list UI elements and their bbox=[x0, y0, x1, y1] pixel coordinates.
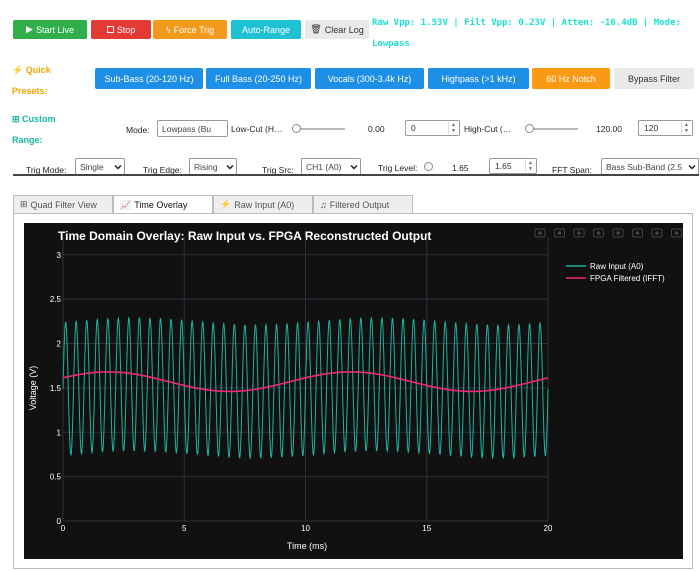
y-tick-label: 3 bbox=[57, 251, 62, 260]
start-live-button[interactable]: ▶ Start Live bbox=[13, 20, 87, 39]
x-axis-label: Time (ms) bbox=[287, 541, 327, 551]
legend-entry[interactable]: FPGA Filtered (IFFT) bbox=[590, 274, 665, 283]
chevron-down-icon bbox=[688, 164, 696, 170]
preset-sub-bass-button[interactable]: Sub-Bass (20-120 Hz) bbox=[95, 68, 203, 89]
force-trig-button[interactable]: ϟ Force Trig bbox=[153, 20, 227, 39]
highcut-label: High-Cut (… bbox=[464, 124, 512, 134]
y-tick-label: 1 bbox=[57, 428, 62, 437]
zoom-icon[interactable] bbox=[554, 228, 565, 238]
custom-range-heading: ⊞ Custom Range: bbox=[12, 114, 56, 145]
plug-icon: ⚡ bbox=[220, 199, 232, 209]
highcut-input[interactable]: 120 ▲ ▼ bbox=[638, 120, 693, 136]
chart-title: Time Domain Overlay: Raw Input vs. FPGA … bbox=[58, 229, 431, 243]
play-icon: ▶ bbox=[26, 24, 33, 34]
y-tick-label: 1.5 bbox=[50, 384, 62, 393]
y-axis-ticks: 00.511.522.53 bbox=[50, 251, 62, 526]
highcut-slider[interactable] bbox=[527, 128, 578, 130]
zoom-in-icon[interactable] bbox=[593, 228, 604, 238]
y-axis-label: Voltage (V) bbox=[28, 366, 38, 411]
status-readout: Raw Vpp: 1.53V | Filt Vpp: 0.23V | Atten… bbox=[372, 18, 681, 49]
trig-level-value: 1.65 bbox=[452, 163, 469, 173]
time-overlay-plot[interactable]: Time Domain Overlay: Raw Input vs. FPGA … bbox=[24, 223, 683, 559]
controls-divider bbox=[13, 174, 699, 176]
tab-filtered-output[interactable]: ♫ Filtered Output bbox=[313, 195, 413, 213]
trig-level-input[interactable]: 1.65 ▲ ▼ bbox=[489, 158, 537, 174]
lowcut-value: 0.00 bbox=[368, 124, 385, 134]
auto-range-button[interactable]: Auto-Range bbox=[231, 20, 301, 39]
chart-legend[interactable]: Raw Input (A0) FPGA Filtered (IFFT) bbox=[566, 262, 665, 283]
tab-time-overlay[interactable]: 📈 Time Overlay bbox=[113, 195, 213, 214]
lowcut-spinner-icon[interactable]: ▲ ▼ bbox=[448, 122, 458, 134]
chevron-down-icon bbox=[350, 164, 358, 170]
x-tick-label: 10 bbox=[301, 524, 310, 533]
lowcut-input[interactable]: 0 ▲ ▼ bbox=[405, 120, 460, 136]
y-tick-label: 2 bbox=[57, 340, 62, 349]
legend-entry[interactable]: Raw Input (A0) bbox=[590, 262, 644, 271]
highcut-value: 120.00 bbox=[596, 124, 622, 134]
plot-modebar[interactable] bbox=[534, 228, 682, 238]
trash-icon: 🗑 bbox=[310, 24, 322, 34]
camera-icon[interactable] bbox=[534, 228, 546, 238]
highcut-spinner-icon[interactable]: ▲ ▼ bbox=[681, 122, 691, 134]
clear-log-button[interactable]: 🗑 Clear Log bbox=[305, 20, 369, 39]
preset-bypass-button[interactable]: Bypass Filter bbox=[614, 68, 694, 89]
x-tick-label: 15 bbox=[422, 524, 431, 533]
tab-quad-filter-view[interactable]: ⊞ Quad Filter View bbox=[13, 195, 113, 213]
trig-level-label: Trig Level: bbox=[378, 163, 418, 173]
stop-button[interactable]: Stop bbox=[91, 20, 151, 39]
chevron-down-icon bbox=[226, 164, 234, 170]
trig-level-spinner-icon[interactable]: ▲ ▼ bbox=[525, 160, 535, 172]
highcut-slider-handle[interactable] bbox=[525, 124, 534, 133]
mode-label: Mode: bbox=[126, 125, 150, 135]
preset-full-bass-button[interactable]: Full Bass (20-250 Hz) bbox=[206, 68, 311, 89]
trig-level-slider-handle[interactable] bbox=[424, 162, 433, 171]
stop-icon bbox=[106, 26, 114, 33]
lowcut-label: Low-Cut (H… bbox=[231, 124, 283, 134]
preset-highpass-button[interactable]: Highpass (>1 kHz) bbox=[428, 68, 529, 89]
lowcut-slider-handle[interactable] bbox=[292, 124, 301, 133]
time-overlay-chart[interactable]: Time Domain Overlay: Raw Input vs. FPGA … bbox=[24, 223, 683, 559]
chevron-down-icon bbox=[114, 164, 122, 170]
autoscale-icon[interactable] bbox=[632, 228, 643, 238]
y-tick-label: 0.5 bbox=[50, 473, 62, 482]
tab-raw-input[interactable]: ⚡ Raw Input (A0) bbox=[213, 195, 313, 213]
pan-icon[interactable] bbox=[573, 228, 585, 238]
zoom-out-icon[interactable] bbox=[612, 228, 624, 238]
filter-mode-select[interactable]: Lowpass (Bu bbox=[157, 120, 228, 137]
preset-60hz-notch-button[interactable]: 60 Hz Notch bbox=[532, 68, 610, 89]
quick-presets-heading: ⚡ Quick Presets: bbox=[12, 65, 51, 96]
grid-icon: ⊞ bbox=[20, 199, 28, 209]
x-tick-label: 20 bbox=[544, 524, 553, 533]
plotly-logo-icon[interactable] bbox=[671, 228, 682, 238]
preset-vocals-button[interactable]: Vocals (300-3.4k Hz) bbox=[315, 68, 424, 89]
line-chart-icon: 📈 bbox=[120, 199, 132, 210]
y-tick-label: 2.5 bbox=[50, 295, 62, 304]
music-note-icon: ♫ bbox=[320, 199, 327, 210]
x-tick-label: 5 bbox=[182, 524, 187, 533]
home-icon[interactable] bbox=[651, 228, 663, 238]
x-axis-ticks: 0 5 10 15 20 bbox=[61, 524, 553, 533]
x-tick-label: 0 bbox=[61, 524, 66, 533]
lightning-icon: ϟ bbox=[165, 24, 171, 35]
lowcut-slider[interactable] bbox=[294, 128, 345, 130]
